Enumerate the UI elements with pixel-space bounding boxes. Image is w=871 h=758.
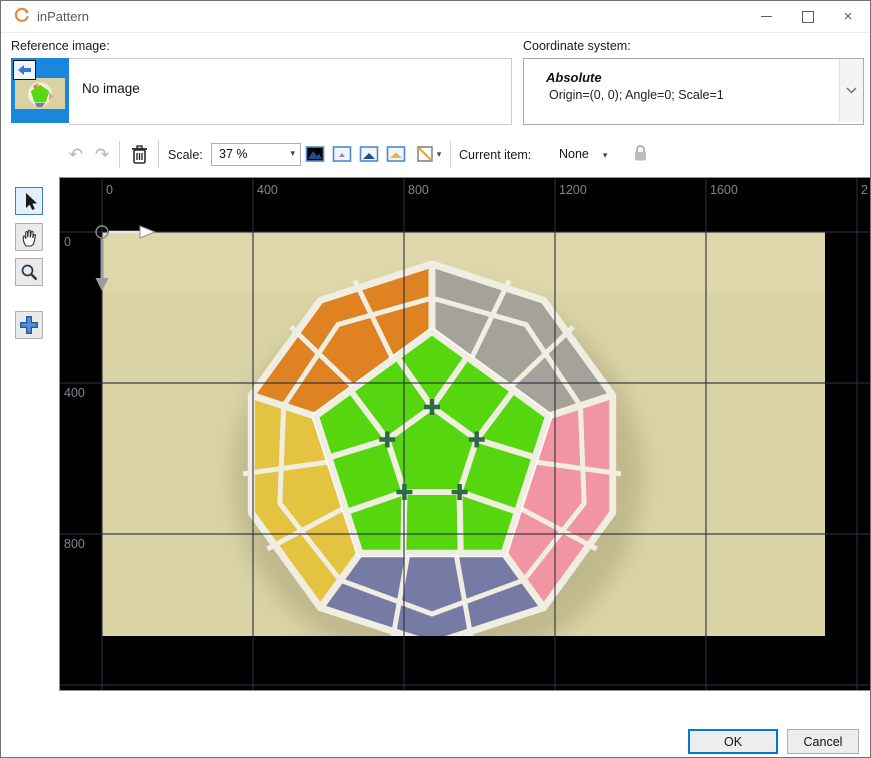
chevron-down-icon: ▾ [290, 148, 295, 159]
ok-button[interactable]: OK [688, 729, 778, 754]
fit-image-icon [305, 145, 325, 163]
cancel-button[interactable]: Cancel [787, 729, 859, 754]
chevron-down-icon [846, 87, 857, 94]
fit-width-icon [359, 145, 379, 163]
zoom-tool-button[interactable] [15, 258, 43, 286]
crop-tool-button[interactable]: ▾ [411, 142, 445, 166]
svg-text:1200: 1200 [64, 688, 92, 690]
fit-image-button[interactable] [303, 142, 327, 166]
coordinate-system-dropdown-button[interactable] [839, 59, 863, 122]
coordinate-system-details: Origin=(0, 0); Angle=0; Scale=1 [549, 88, 724, 102]
chevron-down-icon: ▾ [603, 150, 608, 160]
plus-icon [18, 314, 40, 336]
toolbar-separator [119, 141, 120, 168]
inpattern-dialog: inPattern × Reference image: No image Co… [0, 0, 871, 758]
svg-text:1600: 1600 [710, 183, 738, 197]
redo-button[interactable]: ↷ [90, 142, 114, 166]
actual-size-icon [332, 145, 352, 163]
cursor-arrow-icon [20, 191, 38, 211]
svg-text:400: 400 [257, 183, 278, 197]
magnifier-icon [19, 262, 39, 282]
svg-text:800: 800 [408, 183, 429, 197]
fit-selection-icon [386, 145, 406, 163]
image-canvas[interactable]: 0 400 800 1200 1600 2 0 400 800 1200 [59, 177, 871, 691]
undo-button[interactable]: ↶ [64, 142, 88, 166]
scale-combobox[interactable]: 37 % ▾ [211, 143, 301, 166]
svg-text:0: 0 [64, 235, 71, 249]
reference-image-thumbnail[interactable] [11, 58, 69, 123]
fit-width-button[interactable] [357, 142, 381, 166]
title-bar: inPattern × [1, 1, 870, 33]
pan-tool-button[interactable] [15, 223, 43, 251]
actual-size-button[interactable] [330, 142, 354, 166]
chevron-down-icon: ▾ [437, 149, 442, 160]
svg-text:800: 800 [64, 537, 85, 551]
scale-label: Scale: [168, 148, 203, 162]
minimize-button[interactable] [748, 1, 784, 32]
reference-image-label: Reference image: [11, 39, 110, 53]
scale-value: 37 % [219, 147, 248, 161]
thumbnail-photo [15, 78, 65, 109]
delete-button[interactable] [127, 142, 151, 166]
hand-icon [19, 227, 39, 247]
close-button[interactable]: × [830, 1, 866, 32]
coordinate-system-label: Coordinate system: [523, 39, 631, 53]
toolbar-separator [450, 141, 451, 168]
current-item-dropdown[interactable]: None ▾ [553, 143, 613, 164]
canvas-scene: 0 400 800 1200 1600 2 0 400 800 1200 [60, 178, 870, 690]
reference-image-panel: No image [69, 58, 512, 125]
current-item-value: None [559, 147, 589, 161]
coordinate-system-name: Absolute [546, 70, 602, 85]
svg-text:2: 2 [861, 183, 868, 197]
reference-image-status: No image [82, 81, 140, 96]
toolbar-separator [158, 141, 159, 168]
add-point-tool-button[interactable] [15, 311, 43, 339]
lock-icon [633, 144, 648, 167]
app-logo-icon [13, 7, 31, 25]
window-title: inPattern [37, 9, 89, 24]
svg-text:0: 0 [106, 183, 113, 197]
svg-text:400: 400 [64, 386, 85, 400]
fit-selection-button[interactable] [384, 142, 408, 166]
current-item-label: Current item: [459, 148, 531, 162]
no-crop-icon [415, 144, 435, 164]
trash-icon [131, 145, 148, 164]
select-tool-button[interactable] [15, 187, 43, 215]
maximize-button[interactable] [790, 1, 826, 32]
coordinate-system-select[interactable]: Absolute Origin=(0, 0); Angle=0; Scale=1 [523, 58, 864, 125]
svg-text:1200: 1200 [559, 183, 587, 197]
back-arrow-icon[interactable] [13, 60, 36, 80]
